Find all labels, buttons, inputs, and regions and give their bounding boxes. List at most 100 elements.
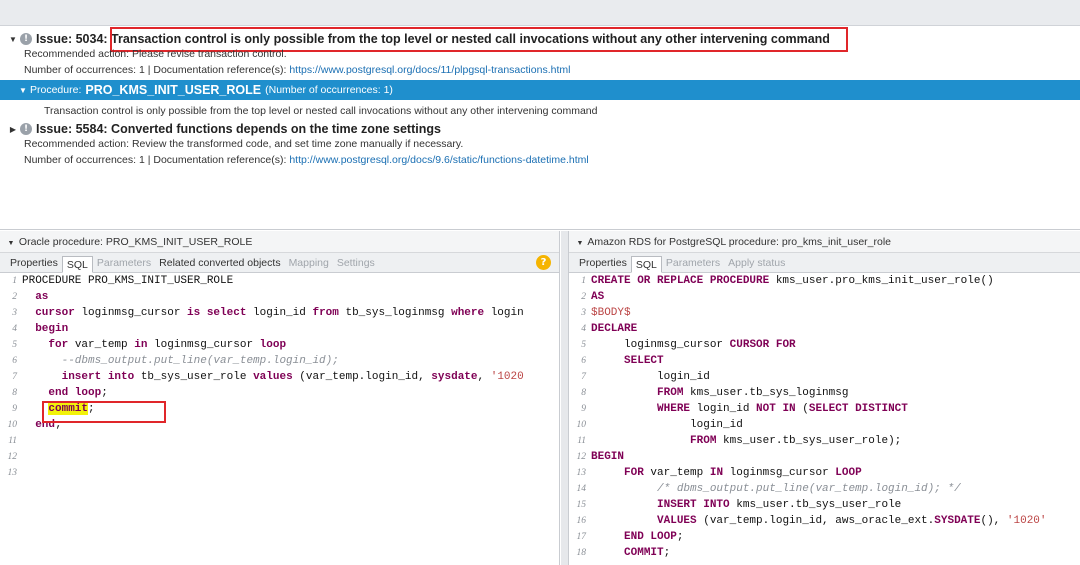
procedure-occurrence-count: (Number of occurrences: 1) xyxy=(265,84,393,96)
line-number: 9 xyxy=(12,404,17,414)
issue-title: Issue: 5584: Converted functions depends… xyxy=(36,122,441,136)
help-icon[interactable]: ? xyxy=(536,255,551,270)
line-number: 10 xyxy=(7,420,18,430)
tab-settings[interactable]: Settings xyxy=(333,255,379,272)
code-text: ( xyxy=(795,403,809,415)
code-keyword: NOT IN xyxy=(756,403,796,415)
oracle-source-pane: ▼ Oracle procedure: PRO_KMS_INIT_USER_RO… xyxy=(0,231,560,565)
tab-apply-status[interactable]: Apply status xyxy=(724,255,789,272)
code-string: $BODY$ xyxy=(591,307,631,319)
code-text: loginmsg_cursor xyxy=(723,467,836,479)
code-keyword: insert into xyxy=(61,371,135,383)
code-text: login_id xyxy=(690,419,743,431)
code-keyword: CREATE OR REPLACE PROCEDURE xyxy=(591,275,770,287)
tab-sql[interactable]: SQL xyxy=(630,256,662,273)
code-keyword: VALUES xyxy=(657,515,697,527)
line-number: 4 xyxy=(581,324,586,334)
collapse-triangle-icon[interactable]: ▶ xyxy=(6,125,20,134)
tab-sql[interactable]: SQL xyxy=(61,256,93,273)
doc-link[interactable]: https://www.postgresql.org/docs/11/plpgs… xyxy=(289,64,570,76)
code-function: sysdate xyxy=(431,371,478,383)
pane-title-bar[interactable]: ▼ Oracle procedure: PRO_KMS_INIT_USER_RO… xyxy=(0,231,559,253)
line-number: 6 xyxy=(581,356,586,366)
tab-properties[interactable]: Properties xyxy=(6,255,62,272)
code-string: '1020' xyxy=(1006,515,1047,527)
expand-triangle-icon[interactable]: ▼ xyxy=(6,35,20,44)
issues-panel: ▼ ! Issue: 5034: Transaction control is … xyxy=(0,27,1080,230)
tab-bar: Properties SQL Parameters Apply status xyxy=(569,253,1080,273)
code-text: var_temp xyxy=(643,467,710,479)
code-keyword: CURSOR FOR xyxy=(729,339,796,351)
issue-occurrences: Number of occurrences: 1 | Documentation… xyxy=(24,64,570,76)
line-number: 11 xyxy=(577,436,586,446)
tab-mapping[interactable]: Mapping xyxy=(285,255,333,272)
line-number: 13 xyxy=(576,468,587,478)
code-text: kms_user.pro_kms_init_user_role() xyxy=(769,275,994,287)
code-keyword: AS xyxy=(591,291,605,303)
code-keyword: begin xyxy=(35,323,69,335)
procedure-label: Procedure: xyxy=(30,84,82,96)
line-number: 7 xyxy=(12,372,17,382)
postgres-code-editor[interactable]: 1 CREATE OR REPLACE PROCEDURE kms_user.pr… xyxy=(569,273,1080,561)
line-number: 6 xyxy=(12,356,17,366)
collapse-triangle-icon[interactable]: ▼ xyxy=(6,233,16,255)
line-number: 17 xyxy=(576,532,587,542)
oracle-code-editor[interactable]: 1 PROCEDURE PRO_KMS_INIT_USER_ROLE 2 as 3… xyxy=(0,273,559,481)
code-text: (var_temp.login_id, xyxy=(292,371,432,383)
tab-related-converted-objects[interactable]: Related converted objects xyxy=(155,255,284,272)
pane-title-bar[interactable]: ▼ Amazon RDS for PostgreSQL procedure: p… xyxy=(569,231,1080,253)
code-text: kms_user.tb_sys_user_role xyxy=(729,499,902,511)
line-number: 18 xyxy=(576,548,587,558)
collapse-triangle-icon[interactable]: ▼ xyxy=(575,233,585,255)
line-number: 5 xyxy=(581,340,586,350)
line-number: 2 xyxy=(12,292,17,302)
expand-triangle-icon[interactable]: ▼ xyxy=(16,86,30,95)
code-text: kms_user.tb_sys_user_role); xyxy=(716,435,902,447)
procedure-message[interactable]: Transaction control is only possible fro… xyxy=(44,105,597,117)
highlight-box-commit xyxy=(42,401,166,423)
line-number: 12 xyxy=(7,452,18,462)
tab-properties[interactable]: Properties xyxy=(575,255,631,272)
code-text: (), xyxy=(980,515,1007,527)
info-icon: ! xyxy=(20,123,32,135)
doc-link[interactable]: http://www.postgresql.org/docs/9.6/stati… xyxy=(289,154,588,166)
code-text: login_id xyxy=(657,371,710,383)
code-text: loginmsg_cursor xyxy=(74,307,188,319)
procedure-row-selected[interactable]: ▼ Procedure: PRO_KMS_INIT_USER_ROLE (Num… xyxy=(0,80,1080,100)
code-keyword: SELECT xyxy=(624,355,664,367)
code-comment: --dbms_output.put_line(var_temp.login_id… xyxy=(61,355,339,367)
tab-parameters[interactable]: Parameters xyxy=(93,255,155,272)
code-text: loginmsg_cursor xyxy=(624,339,730,351)
code-text: ; xyxy=(663,547,671,559)
code-text: login_id xyxy=(246,307,313,319)
code-keyword: FROM xyxy=(657,387,684,399)
code-comment: /* dbms_output.put_line(var_temp.login_i… xyxy=(657,483,961,495)
code-keyword: loop xyxy=(259,339,287,351)
postgres-target-pane: ▼ Amazon RDS for PostgreSQL procedure: p… xyxy=(568,231,1080,565)
code-text: var_temp xyxy=(68,339,135,351)
code-text: , xyxy=(477,371,491,383)
code-text: tb_sys_loginmsg xyxy=(338,307,452,319)
code-keyword: from xyxy=(312,307,339,319)
issue-5584-header[interactable]: ▶ ! Issue: 5584: Converted functions dep… xyxy=(6,122,441,136)
line-number: 4 xyxy=(12,324,17,334)
code-text: loginmsg_cursor xyxy=(147,339,260,351)
code-keyword: where xyxy=(451,307,485,319)
pane-splitter[interactable] xyxy=(561,231,568,565)
line-number: 3 xyxy=(12,308,17,318)
top-toolbar-strip xyxy=(0,0,1080,26)
code-keyword: is select xyxy=(187,307,247,319)
code-keyword: INSERT INTO xyxy=(657,499,730,511)
code-keyword: END LOOP xyxy=(624,531,677,543)
tab-parameters[interactable]: Parameters xyxy=(662,255,724,272)
line-number: 12 xyxy=(576,452,587,462)
code-keyword: in xyxy=(134,339,148,351)
info-icon: ! xyxy=(20,33,32,45)
code-keyword: WHERE xyxy=(657,403,691,415)
code-text: PROCEDURE PRO_KMS_INIT_USER_ROLE xyxy=(22,275,234,287)
code-text: login xyxy=(484,307,524,319)
tab-bar: Properties SQL Parameters Related conver… xyxy=(0,253,559,273)
code-text: kms_user.tb_sys_loginmsg xyxy=(683,387,849,399)
code-keyword: IN xyxy=(709,467,724,479)
code-keyword: FOR xyxy=(624,467,644,479)
